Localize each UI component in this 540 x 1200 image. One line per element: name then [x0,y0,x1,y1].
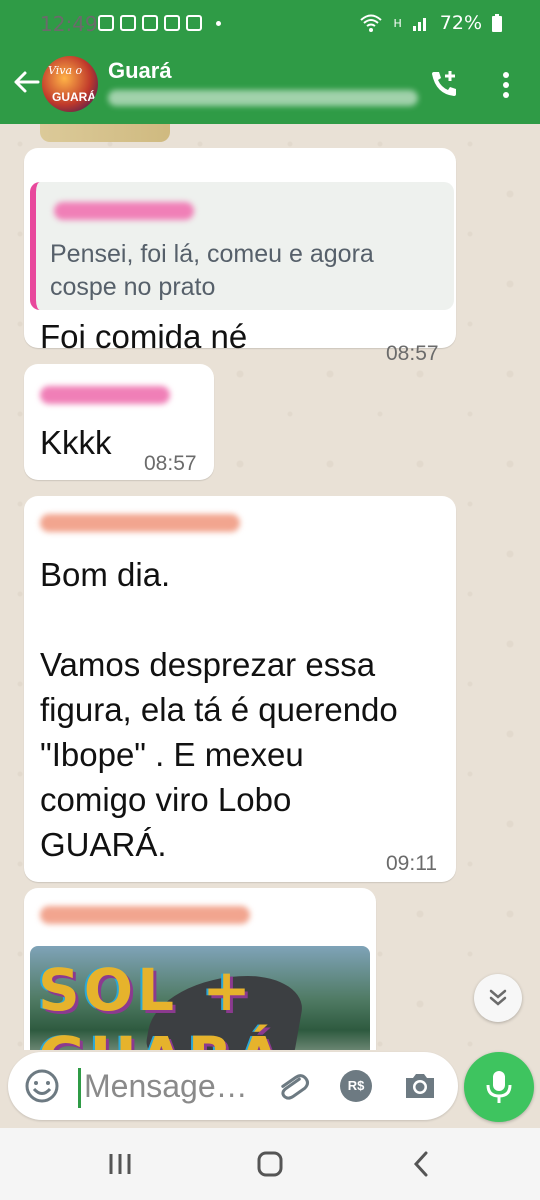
partial-previous-message [40,124,170,142]
chat-header: Viva o GUARÁ Guará [0,48,540,124]
group-avatar[interactable]: Viva o GUARÁ [42,56,98,112]
home-icon[interactable] [254,1148,286,1180]
microphone-icon [486,1071,512,1103]
blurred-sender-name [40,386,170,404]
text-cursor [78,1068,81,1108]
recent-apps-icon[interactable] [104,1148,136,1180]
camera-icon[interactable] [402,1068,438,1104]
more-notifications-icon [216,20,221,26]
youtube-icon [142,15,158,31]
voice-message-button[interactable] [464,1052,534,1122]
payment-icon[interactable]: R$ [340,1070,372,1102]
photo-sign-text: SOL + GUARÁ [38,956,281,1050]
double-chevron-down-icon [489,989,507,1006]
ds-icon [164,15,180,31]
message-bubble[interactable]: Kkkk 08:57 [24,364,214,480]
signal-icon [412,18,426,31]
message-time: 09:11 [386,852,437,875]
scroll-to-bottom-button[interactable] [474,974,522,1022]
quoted-message[interactable]: Pensei, foi lá, comeu e agora cospe no p… [30,182,454,310]
attach-icon[interactable] [274,1068,310,1104]
avatar-text-bold: GUARÁ [52,90,96,104]
message-bubble[interactable]: Pensei, foi lá, comeu e agora cospe no p… [24,148,456,365]
blurred-sender-name [40,906,250,924]
notification-icons [98,15,221,31]
emoji-icon[interactable] [24,1068,60,1104]
image-message-bubble[interactable]: SOL + GUARÁ [24,888,376,1050]
message-input[interactable]: Mensage… [84,1068,248,1105]
wifi-icon [360,14,383,32]
add-call-icon[interactable] [428,68,460,100]
blurred-sender-name [40,514,240,532]
message-photo[interactable]: SOL + GUARÁ [30,946,370,1050]
status-bar: 12:49 H 72% [0,0,540,48]
battery-percent: 72% [439,12,482,34]
back-arrow-icon[interactable] [12,68,40,96]
status-time: 12:49 [40,12,98,36]
battery-icon [492,14,502,32]
system-navigation-bar [0,1128,540,1200]
message-text: Foi comida né [40,318,248,355]
back-nav-icon[interactable] [406,1148,438,1180]
message-bubble[interactable]: Bom dia. Vamos desprezar essa figura, el… [24,496,456,882]
more-options-icon[interactable] [498,70,514,100]
message-time: 08:57 [144,452,197,475]
network-type: H [393,16,402,30]
chat-area[interactable]: Pensei, foi lá, comeu e agora cospe no p… [0,124,540,1050]
message-text: Bom dia. Vamos desprezar essa figura, el… [40,556,398,863]
blurred-participants [108,90,418,106]
blurred-quote-sender [54,202,194,220]
message-composer[interactable]: Mensage… R$ [8,1052,458,1120]
app2-icon [186,15,202,31]
news-icon [98,15,114,31]
quoted-text: Pensei, foi lá, comeu e agora cospe no p… [50,240,374,301]
avatar-text: Viva o [48,64,83,77]
chat-title[interactable]: Guará [108,58,172,84]
app-icon [120,15,136,31]
message-time: 08:57 [386,342,439,365]
status-right: H 72% [359,12,502,34]
message-text: Kkkk [40,424,112,461]
